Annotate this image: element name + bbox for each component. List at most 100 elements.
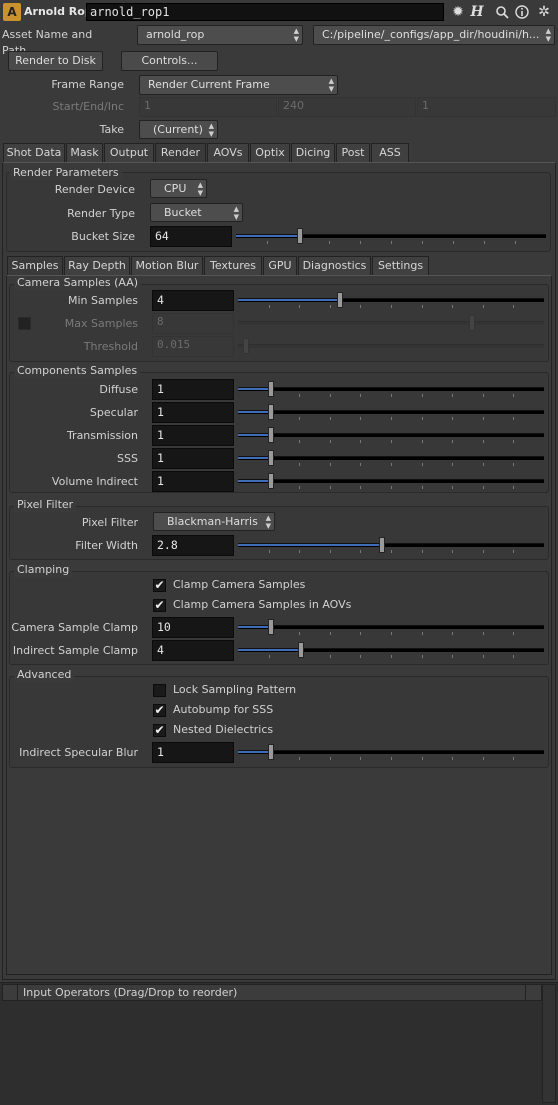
diffuse-samples-slider[interactable] bbox=[238, 381, 544, 397]
camera-sample-clamp-field[interactable]: 10 bbox=[152, 617, 234, 638]
slider-handle[interactable] bbox=[298, 642, 304, 658]
node-name-field[interactable]: arnold_rop1 bbox=[86, 3, 444, 21]
volume-indirect-samples-field[interactable]: 1 bbox=[152, 471, 234, 492]
bucket-size-label: Bucket Size bbox=[71, 230, 135, 243]
sss-samples-slider[interactable] bbox=[238, 450, 544, 466]
input-operators-scrollbar[interactable] bbox=[542, 984, 556, 1103]
bucket-size-slider[interactable] bbox=[236, 228, 546, 244]
slider-tick bbox=[360, 440, 361, 443]
slider-track bbox=[238, 344, 544, 348]
tab-optix[interactable]: Optix bbox=[250, 143, 290, 162]
asset-name-menu[interactable]: arnold_rop ▲ ▼ bbox=[137, 25, 303, 45]
clamp-camera-samples-aovs-checkbox[interactable]: ✔ bbox=[153, 599, 166, 612]
slider-fill bbox=[238, 751, 268, 753]
min-samples-slider[interactable] bbox=[238, 292, 544, 308]
max-samples-label: Max Samples bbox=[64, 317, 138, 330]
tab-textures[interactable]: Textures bbox=[204, 256, 262, 275]
tab-diagnostics[interactable]: Diagnostics bbox=[298, 256, 371, 275]
filter-width-field[interactable]: 2.8 bbox=[152, 535, 234, 556]
camera-sample-clamp-slider[interactable] bbox=[238, 619, 544, 635]
asset-path-menu[interactable]: C:/pipeline/_configs/app_dir/houdini/h..… bbox=[313, 25, 555, 45]
specular-samples-slider[interactable] bbox=[238, 404, 544, 420]
info-icon[interactable] bbox=[513, 3, 531, 21]
min-samples-field[interactable]: 4 bbox=[152, 290, 234, 311]
updown-arrows-icon: ▲ ▼ bbox=[545, 27, 551, 43]
slider-handle[interactable] bbox=[268, 744, 274, 760]
tab-dicing[interactable]: Dicing bbox=[291, 143, 335, 162]
pixel-filter-menu[interactable]: Blackman-Harris ▲ ▼ bbox=[153, 512, 275, 531]
indirect-specular-blur-slider[interactable] bbox=[238, 744, 544, 760]
sss-samples-field[interactable]: 1 bbox=[152, 448, 234, 469]
render-type-label: Render Type bbox=[67, 207, 135, 220]
slider-handle[interactable] bbox=[268, 473, 274, 489]
tab-mask[interactable]: Mask bbox=[66, 143, 103, 162]
tab-render[interactable]: Render bbox=[155, 143, 206, 163]
slider-tick bbox=[360, 394, 361, 397]
slider-handle[interactable] bbox=[268, 450, 274, 466]
help-icon[interactable]: H bbox=[468, 3, 486, 21]
slider-tick bbox=[267, 241, 268, 244]
updown-arrows-icon: ▲ ▼ bbox=[197, 181, 203, 197]
slider-tick bbox=[299, 632, 300, 635]
volume-indirect-samples-label: Volume Indirect bbox=[51, 475, 138, 488]
slider-handle[interactable] bbox=[268, 381, 274, 397]
render-device-menu[interactable]: CPU ▲ ▼ bbox=[150, 179, 207, 198]
slider-handle[interactable] bbox=[268, 404, 274, 420]
diffuse-samples-field[interactable]: 1 bbox=[152, 379, 234, 400]
search-icon[interactable] bbox=[493, 3, 511, 21]
filter-width-slider[interactable] bbox=[238, 537, 544, 553]
advanced-title: Advanced bbox=[14, 668, 75, 682]
frame-range-menu[interactable]: Render Current Frame ▲ ▼ bbox=[139, 75, 338, 95]
indirect-sample-clamp-slider[interactable] bbox=[238, 642, 544, 658]
lock-sampling-pattern-label: Lock Sampling Pattern bbox=[173, 683, 297, 696]
clamp-camera-samples-checkbox[interactable]: ✔ bbox=[153, 579, 166, 592]
slider-handle[interactable] bbox=[268, 427, 274, 443]
slider-fill bbox=[238, 388, 268, 390]
slider-tick bbox=[391, 394, 392, 397]
render-to-disk-button[interactable]: Render to Disk bbox=[8, 51, 103, 71]
tab-shot-data[interactable]: Shot Data bbox=[3, 143, 65, 162]
tab-motion-blur[interactable]: Motion Blur bbox=[131, 256, 203, 275]
frame-range-value: Render Current Frame bbox=[148, 78, 270, 91]
camera-samples-title: Camera Samples (AA) bbox=[14, 276, 142, 290]
indirect-specular-blur-field[interactable]: 1 bbox=[152, 742, 234, 763]
min-samples-label: Min Samples bbox=[68, 294, 138, 307]
slider-handle[interactable] bbox=[337, 292, 343, 308]
slider-tick bbox=[391, 757, 392, 760]
tab-gpu[interactable]: GPU bbox=[263, 256, 297, 275]
transmission-samples-field[interactable]: 1 bbox=[152, 425, 234, 446]
tab-post[interactable]: Post bbox=[336, 143, 370, 162]
threshold-field: 0.015 bbox=[152, 336, 234, 357]
bucket-size-field[interactable]: 64 bbox=[150, 226, 232, 247]
slider-fill bbox=[238, 649, 298, 651]
slider-handle[interactable] bbox=[379, 537, 385, 553]
autobump-sss-checkbox[interactable]: ✔ bbox=[153, 704, 166, 717]
slider-tick bbox=[452, 655, 453, 658]
slider-tick bbox=[483, 305, 484, 308]
indirect-sample-clamp-field[interactable]: 4 bbox=[152, 640, 234, 661]
lock-sampling-pattern-checkbox[interactable] bbox=[153, 684, 166, 697]
slider-tick bbox=[391, 305, 392, 308]
slider-tick bbox=[483, 757, 484, 760]
slider-tick bbox=[422, 440, 423, 443]
frame-range-label: Frame Range bbox=[51, 78, 124, 91]
volume-indirect-samples-slider[interactable] bbox=[238, 473, 544, 489]
tab-aovs[interactable]: AOVs bbox=[207, 143, 249, 162]
transmission-samples-slider[interactable] bbox=[238, 427, 544, 443]
tab-samples[interactable]: Samples bbox=[7, 256, 63, 276]
slider-tick bbox=[452, 486, 453, 489]
gear-icon[interactable]: ✹ bbox=[449, 3, 467, 21]
tab-ass[interactable]: ASS bbox=[371, 143, 409, 162]
slider-handle[interactable] bbox=[297, 228, 303, 244]
slider-handle[interactable] bbox=[268, 619, 274, 635]
slider-tick bbox=[422, 463, 423, 466]
controls-button[interactable]: Controls... bbox=[121, 51, 218, 71]
tab-settings[interactable]: Settings bbox=[372, 256, 429, 275]
specular-samples-field[interactable]: 1 bbox=[152, 402, 234, 423]
settings-icon[interactable]: ✲ bbox=[535, 3, 553, 21]
take-menu[interactable]: (Current) ▲ ▼ bbox=[139, 120, 218, 139]
tab-ray-depth[interactable]: Ray Depth bbox=[64, 256, 130, 275]
tab-output[interactable]: Output bbox=[104, 143, 154, 162]
render-type-menu[interactable]: Bucket ▲ ▼ bbox=[150, 203, 243, 222]
nested-dielectrics-checkbox[interactable]: ✔ bbox=[153, 724, 166, 737]
